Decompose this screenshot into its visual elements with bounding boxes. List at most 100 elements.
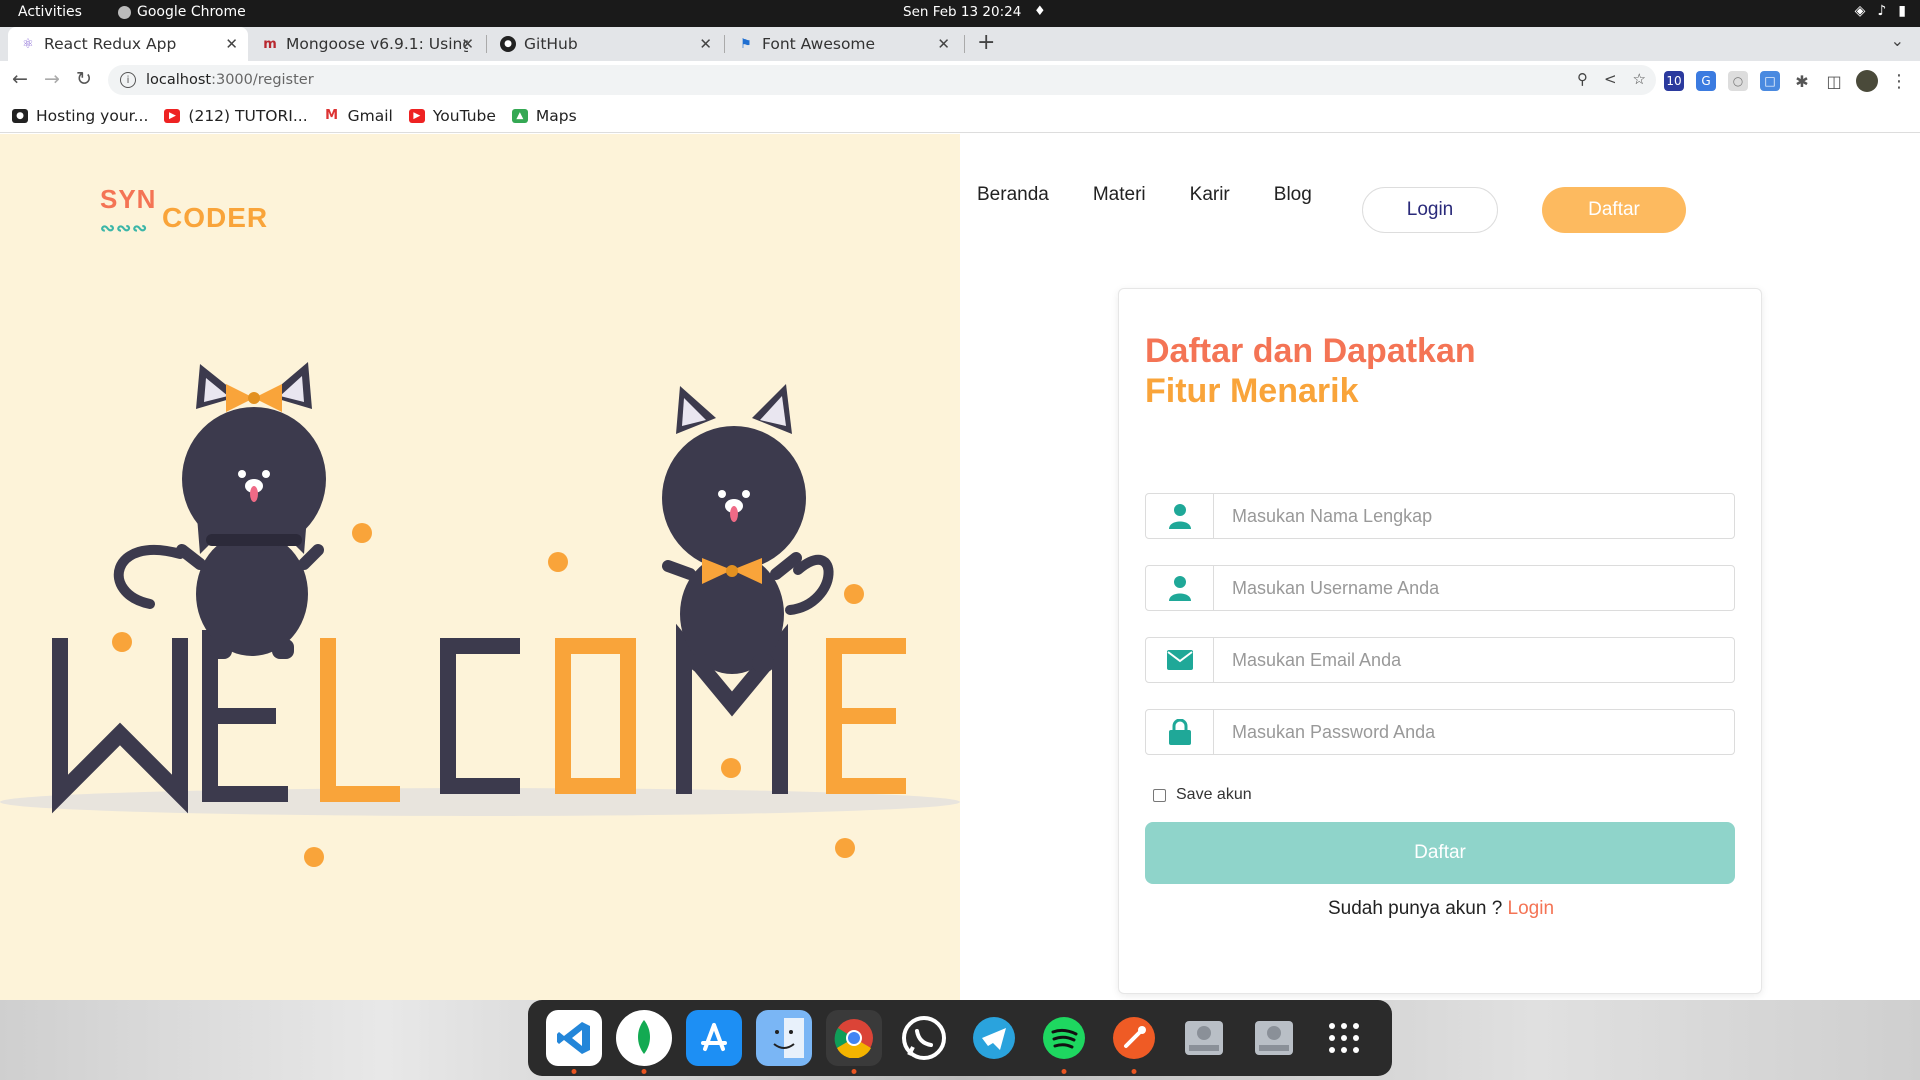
share-icon[interactable]: <	[1604, 70, 1617, 88]
user-icon	[1146, 566, 1214, 610]
ubuntu-dock	[528, 1000, 1392, 1076]
bookmark-label: Hosting your...	[36, 106, 149, 125]
bookmark-hosting[interactable]: ● Hosting your...	[12, 107, 148, 125]
nav-blog[interactable]: Blog	[1274, 184, 1312, 206]
bookmark-star-icon[interactable]: ☆	[1633, 70, 1646, 88]
wifi-icon: ◈	[1854, 3, 1866, 19]
github-favicon-icon: ●	[500, 36, 516, 52]
extension-badge-icon[interactable]: 10	[1664, 71, 1684, 91]
drive-disk-icon[interactable]	[1246, 1010, 1302, 1066]
nav-login-button[interactable]: Login	[1362, 187, 1498, 233]
tab-separator	[724, 35, 725, 53]
close-tab-icon[interactable]: ✕	[699, 35, 712, 53]
tab-search-chevron-down-icon[interactable]: ⌄	[1891, 31, 1904, 50]
volume-icon: ♪	[1877, 3, 1887, 19]
letter-e	[202, 630, 288, 802]
url-host: localhost	[146, 72, 212, 88]
app-menu[interactable]: Google Chrome	[118, 4, 246, 20]
letter-w	[52, 638, 188, 814]
login-link[interactable]: Login	[1508, 898, 1555, 919]
full-name-input[interactable]	[1214, 496, 1714, 536]
bookmark-gmail[interactable]: M Gmail	[323, 106, 393, 125]
clock[interactable]: Sen Feb 13 20:24	[903, 4, 1021, 20]
have-account-row: Sudah punya akun ? Login	[1119, 898, 1763, 920]
close-tab-icon[interactable]: ✕	[225, 35, 238, 53]
welcome-illustration	[0, 362, 960, 867]
bookmark-label: Maps	[535, 106, 577, 125]
lock-icon	[1146, 710, 1214, 754]
mongodb-compass-icon[interactable]	[616, 1010, 672, 1074]
full-name-field[interactable]	[1145, 493, 1735, 539]
letter-e2	[826, 638, 906, 794]
tab-react-redux-app[interactable]: ⚛ React Redux App ✕	[8, 27, 248, 61]
finder-icon[interactable]	[756, 1010, 812, 1066]
telegram-icon[interactable]	[966, 1010, 1022, 1066]
bookmark-maps[interactable]: ▲ Maps	[511, 106, 577, 125]
system-tray[interactable]: ◈ ♪ ▮	[1855, 3, 1906, 19]
tab-separator	[964, 35, 965, 53]
bookmark-tutorial[interactable]: ▶ (212) TUTORI...	[164, 107, 308, 125]
save-account-label[interactable]: Save akun	[1176, 786, 1252, 804]
tab-mongoose[interactable]: m Mongoose v6.9.1: Using ✕	[250, 27, 484, 61]
puzzle-extensions-icon[interactable]: ✱	[1792, 71, 1812, 91]
save-account-checkbox[interactable]	[1153, 788, 1166, 802]
drive-disk-icon[interactable]	[1176, 1010, 1232, 1066]
save-account-row: Save akun	[1153, 786, 1252, 804]
site-info-icon[interactable]: i	[120, 72, 136, 88]
password-field[interactable]	[1145, 709, 1735, 755]
tab-separator	[486, 35, 487, 53]
tab-strip: ⚛ React Redux App ✕ m Mongoose v6.9.1: U…	[0, 27, 1920, 61]
spotify-icon[interactable]	[1036, 1010, 1092, 1074]
battery-icon: ▮	[1898, 3, 1906, 19]
new-tab-button[interactable]: +	[977, 30, 995, 55]
username-field[interactable]	[1145, 565, 1735, 611]
forward-arrow-icon[interactable]: →	[44, 68, 60, 90]
side-panel-icon[interactable]: ◫	[1824, 71, 1844, 91]
username-input[interactable]	[1214, 568, 1714, 608]
submit-register-button[interactable]: Daftar	[1145, 822, 1735, 884]
document-icon[interactable]: □	[1760, 71, 1780, 91]
app-store-icon[interactable]	[686, 1010, 742, 1066]
extension-circle-icon[interactable]: ○	[1728, 71, 1748, 91]
running-indicator	[1131, 1069, 1137, 1074]
address-bar[interactable]: i localhost:3000/register ⚲ < ☆	[108, 65, 1656, 95]
tab-github[interactable]: ● GitHub ✕	[488, 27, 722, 61]
bookmark-youtube[interactable]: ▶ YouTube	[408, 107, 496, 125]
chrome-dock-icon[interactable]	[826, 1010, 882, 1074]
email-input[interactable]	[1214, 640, 1714, 680]
translate-icon[interactable]: G	[1696, 71, 1716, 91]
site-nav: Beranda Materi Karir Blog	[977, 184, 1356, 206]
heading-line-1: Daftar dan Dapatkan	[1145, 332, 1476, 370]
tab-font-awesome[interactable]: ⚑ Font Awesome ✕	[726, 27, 960, 61]
mongoose-favicon-icon: m	[263, 36, 277, 52]
activities-button[interactable]: Activities	[18, 4, 82, 20]
nav-register-button[interactable]: Daftar	[1542, 187, 1686, 233]
tab-title: GitHub	[524, 35, 578, 53]
password-input[interactable]	[1214, 712, 1714, 752]
whatsapp-icon[interactable]	[896, 1010, 952, 1066]
nav-materi[interactable]: Materi	[1093, 184, 1146, 206]
postman-icon[interactable]	[1106, 1010, 1162, 1074]
back-arrow-icon[interactable]: ←	[12, 68, 28, 90]
vscode-icon[interactable]	[546, 1010, 602, 1074]
zoom-icon[interactable]: ⚲	[1577, 70, 1588, 88]
close-tab-icon[interactable]: ✕	[937, 35, 950, 53]
nav-karir[interactable]: Karir	[1190, 184, 1230, 206]
close-tab-icon[interactable]: ✕	[461, 35, 474, 53]
envelope-icon	[1146, 638, 1214, 682]
nav-beranda[interactable]: Beranda	[977, 184, 1049, 206]
email-field[interactable]	[1145, 637, 1735, 683]
letter-l	[320, 638, 400, 802]
cat-left-icon	[113, 362, 326, 659]
cat-right-icon	[662, 384, 834, 674]
register-card: Daftar dan Dapatkan Fitur Menarik Masuka…	[1118, 288, 1762, 994]
system-top-bar: Activities Google Chrome Sen Feb 13 20:2…	[0, 0, 1920, 27]
show-applications-grid-icon[interactable]	[1316, 1010, 1372, 1066]
reload-icon[interactable]: ↻	[76, 68, 92, 90]
profile-avatar[interactable]	[1856, 70, 1878, 92]
tab-title: React Redux App	[44, 35, 177, 53]
more-menu-icon[interactable]: ⋮	[1890, 71, 1908, 92]
bookmark-label: Gmail	[347, 106, 393, 125]
notification-bell-icon: ♦	[1034, 4, 1046, 19]
running-indicator	[851, 1069, 857, 1074]
